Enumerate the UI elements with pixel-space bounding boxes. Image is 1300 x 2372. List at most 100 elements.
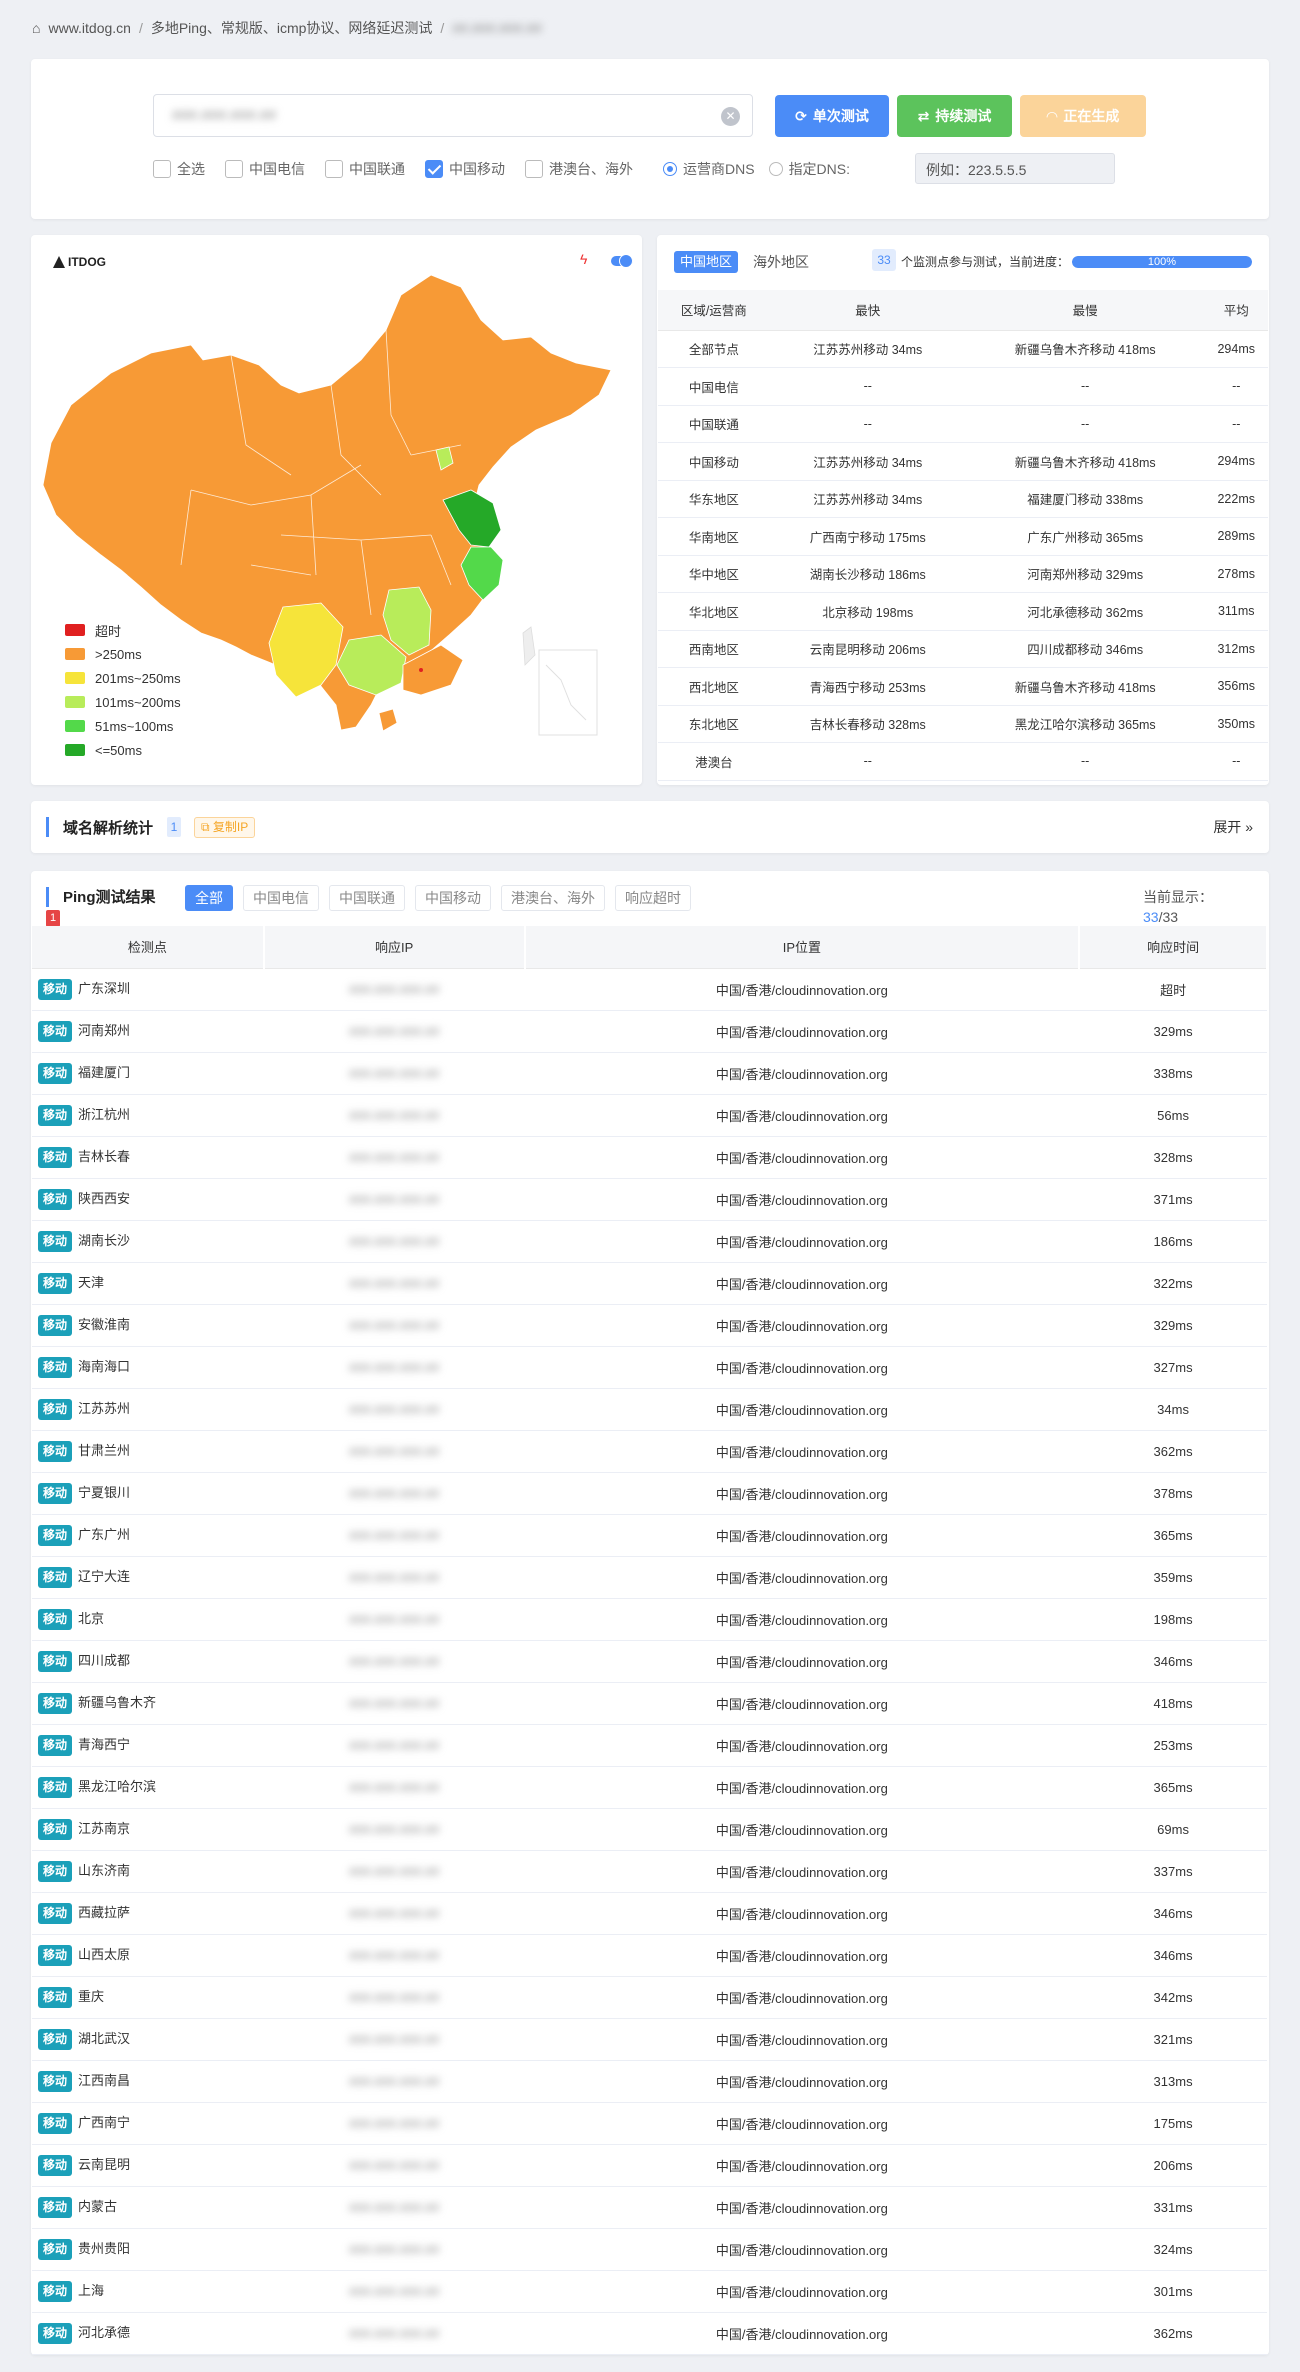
response-ip: ###.###.###.## (263, 1640, 525, 1683)
response-ip: ###.###.###.## (263, 1178, 525, 1221)
checkbox[interactable] (153, 160, 171, 178)
tab-overseas[interactable]: 海外地区 (753, 251, 809, 273)
checkbox[interactable] (225, 160, 243, 178)
stats-cell: 华东地区 (658, 480, 770, 518)
probe-cell: 移动 河北承德 (32, 2312, 264, 2355)
stats-cell: 全部节点 (658, 330, 770, 368)
response-time: 362ms (1079, 1430, 1267, 1473)
table-row: 移动 安徽淮南 ###.###.###.## 中国/香港/cloudinnovatio… (32, 1304, 1267, 1347)
isp-tag: 移动 (38, 1567, 73, 1588)
stats-cell: -- (965, 405, 1205, 443)
stats-cell: 294ms (1204, 330, 1268, 368)
ip-location: 中国/香港/cloudinnovation.org (524, 968, 1080, 1011)
probe-cell: 移动 海南海口 (32, 1346, 264, 1389)
table-row: 移动 湖南长沙 ###.###.###.## 中国/香港/cloudinnovatio… (32, 1220, 1267, 1263)
copy-ip-button[interactable]: ⧉ 复制IP (194, 817, 256, 838)
probe-cell: 移动 河南郑州 (32, 1010, 264, 1053)
option-mobile[interactable]: 中国移动 (425, 159, 505, 179)
progress-text: 个监测点参与测试，当前进度： (901, 255, 1070, 269)
probe-cell: 移动 江苏南京 (32, 1808, 264, 1851)
radio-selected[interactable] (663, 162, 677, 176)
ip-location: 中国/香港/cloudinnovation.org (524, 2270, 1080, 2313)
stats-panel: 中国地区 海外地区 33 个监测点参与测试，当前进度： 100% 区域/运营商最… (657, 235, 1269, 785)
isp-tag: 移动 (38, 2155, 73, 2176)
stats-cell: 黑龙江哈尔滨移动 365ms (965, 705, 1205, 743)
response-ip: ###.###.###.## (263, 1808, 525, 1851)
response-ip-value: ###.###.###.## (349, 1527, 440, 1543)
stats-row: 华北地区 北京移动 198ms 河北承德移动 362ms 311ms (658, 592, 1268, 631)
probe-name: 辽宁大连 (78, 1569, 131, 1584)
home-icon[interactable]: ⌂ (32, 20, 40, 36)
tab-mobile[interactable]: 中国移动 (415, 885, 491, 911)
single-test-button[interactable]: ⟳ 单次测试 (775, 95, 889, 137)
breadcrumb-separator: / (440, 20, 445, 36)
ping-table: 检测点 响应IP IP位置 响应时间 移动 广东深圳 ###.###.###.## 中国/香… (32, 926, 1268, 2355)
response-ip-value: ###.###.###.## (349, 1989, 440, 2005)
tab-china[interactable]: 中国地区 (674, 251, 739, 273)
probe-cell: 移动 山东济南 (32, 1850, 264, 1893)
table-row: 移动 河南郑州 ###.###.###.## 中国/香港/cloudinnovatio… (32, 1010, 1267, 1053)
loop-icon: ⇄ (917, 107, 930, 124)
stats-cell: 西南地区 (658, 630, 770, 668)
ip-location: 中国/香港/cloudinnovation.org (524, 1598, 1080, 1641)
probe-cell: 移动 北京 (32, 1598, 264, 1641)
probe-name: 黑龙江哈尔滨 (78, 1779, 157, 1794)
breadcrumb-page[interactable]: 多地Ping、常规版、icmp协议、网络延迟测试 (151, 18, 433, 38)
tab-timeout[interactable]: 响应超时 (615, 885, 691, 911)
table-row: 移动 上海 ###.###.###.## 中国/香港/cloudinnovation.… (32, 2270, 1267, 2313)
stats-header: 平均 (1204, 290, 1268, 331)
ping-header: 响应时间 (1079, 926, 1268, 969)
table-row: 移动 山西太原 ###.###.###.## 中国/香港/cloudinnovatio… (32, 1934, 1267, 1977)
copy-ip-label: 复制IP (212, 820, 249, 834)
checkbox[interactable] (325, 160, 343, 178)
table-row: 移动 广东深圳 ###.###.###.## 中国/香港/cloudinnovatio… (32, 968, 1267, 1011)
tab-telecom[interactable]: 中国电信 (243, 885, 319, 911)
isp-tag: 移动 (38, 2239, 73, 2260)
option-unicom[interactable]: 中国联通 (325, 159, 405, 179)
isp-tag: 移动 (38, 2281, 73, 2302)
table-row: 移动 贵州贵阳 ###.###.###.## 中国/香港/cloudinnovatio… (32, 2228, 1267, 2271)
ip-location: 中国/香港/cloudinnovation.org (524, 1094, 1080, 1137)
stats-cell: 北京移动 198ms (769, 592, 966, 631)
continuous-test-button[interactable]: ⇄ 持续测试 (897, 95, 1012, 137)
table-row: 移动 黑龙江哈尔滨 ###.###.###.## 中国/香港/cloudinnovat… (32, 1766, 1267, 1809)
generating-button[interactable]: ◠ 正在生成 (1020, 95, 1146, 137)
ip-location: 中国/香港/cloudinnovation.org (524, 2228, 1080, 2271)
tab-unicom[interactable]: 中国联通 (329, 885, 405, 911)
expand-button[interactable]: 展开 » (1213, 817, 1253, 837)
response-time: 253ms (1079, 1724, 1267, 1767)
probe-cell: 移动 山西太原 (32, 1934, 264, 1977)
ip-location: 中国/香港/cloudinnovation.org (524, 1220, 1080, 1263)
stats-row: 华东地区 江苏苏州移动 34ms 福建厦门移动 338ms 222ms (658, 480, 1268, 518)
response-ip: ###.###.###.## (263, 1010, 525, 1053)
radio[interactable] (768, 162, 783, 176)
ip-location: 中国/香港/cloudinnovation.org (524, 1178, 1080, 1221)
option-overseas[interactable]: 港澳台、海外 (525, 159, 633, 179)
isp-tag: 移动 (38, 1777, 73, 1798)
table-row: 移动 四川成都 ###.###.###.## 中国/香港/cloudinnovatio… (32, 1640, 1267, 1683)
radio-custom-dns[interactable]: 指定DNS: (768, 159, 850, 179)
tab-overseas[interactable]: 港澳台、海外 (501, 885, 605, 911)
isp-tag: 移动 (38, 1819, 73, 1840)
dns-input[interactable]: 例如：223.5.5.5 (915, 153, 1115, 184)
checkbox-checked[interactable] (425, 160, 443, 178)
radio-isp-dns[interactable]: 运营商DNS (663, 159, 755, 179)
response-time: 362ms (1079, 2312, 1267, 2355)
search-input[interactable]: ###.###.###.## ✕ (153, 94, 753, 137)
ip-location: 中国/香港/cloudinnovation.org (524, 1304, 1080, 1347)
isp-tag: 移动 (38, 1399, 73, 1420)
clear-icon[interactable]: ✕ (721, 107, 740, 126)
stats-cell: -- (1204, 367, 1268, 406)
option-all[interactable]: 全选 (153, 159, 205, 179)
tab-all[interactable]: 全部 (185, 885, 233, 911)
option-telecom[interactable]: 中国电信 (225, 159, 305, 179)
search-panel: ###.###.###.## ✕ ⟳ 单次测试 ⇄ 持续测试 ◠ 正在生成 全选… (31, 59, 1269, 219)
response-ip: ###.###.###.## (263, 1682, 525, 1725)
ping-header: IP位置 (524, 926, 1081, 969)
response-ip-value: ###.###.###.## (349, 2115, 440, 2131)
stats-cell: -- (1204, 742, 1268, 781)
checkbox[interactable] (525, 160, 543, 178)
breadcrumb-site[interactable]: www.itdog.cn (48, 20, 130, 36)
response-time: 365ms (1079, 1514, 1267, 1557)
probe-name: 新疆乌鲁木齐 (78, 1695, 157, 1710)
